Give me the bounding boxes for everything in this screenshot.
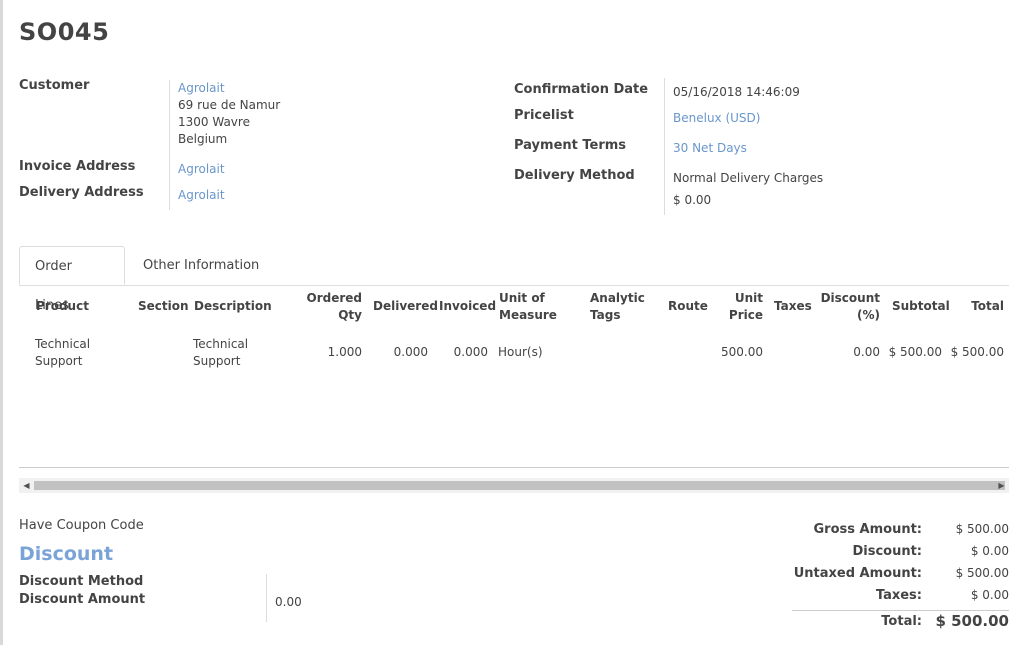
delivery-method-amount: $ 0.00 bbox=[673, 193, 712, 207]
table-row-ordered-qty[interactable]: 1.000 bbox=[300, 344, 362, 361]
table-row-delivered[interactable]: 0.000 bbox=[370, 344, 428, 361]
product-line1: Technical bbox=[35, 337, 91, 351]
tab-other-information[interactable]: Other Information bbox=[128, 246, 274, 285]
col-header-ordered-qty-line2: Qty bbox=[338, 308, 362, 322]
customer-city: 1300 Wavre bbox=[178, 115, 250, 129]
discount-amount-value: 0.00 bbox=[275, 595, 302, 609]
table-row-description[interactable]: Technical Support bbox=[193, 336, 248, 370]
table-row-discount[interactable]: 0.00 bbox=[820, 344, 880, 361]
customer-street: 69 rue de Namur bbox=[178, 98, 281, 112]
discount-total-label: Discount: bbox=[852, 544, 922, 559]
payment-terms-link[interactable]: 30 Net Days bbox=[673, 140, 747, 157]
field-divider bbox=[664, 78, 665, 215]
taxes-label: Taxes: bbox=[875, 588, 922, 603]
confirmation-date-label: Confirmation Date bbox=[514, 82, 649, 97]
col-header-discount-line1: Discount bbox=[820, 291, 880, 305]
col-header-analytic-line1: Analytic bbox=[590, 291, 645, 305]
delivery-method-value: Normal Delivery Charges bbox=[673, 171, 824, 185]
delivery-address-label: Delivery Address bbox=[19, 185, 144, 200]
col-header-uom-line1: Unit of bbox=[499, 291, 545, 305]
gross-amount-value: $ 500.00 bbox=[955, 522, 1009, 536]
col-header-route[interactable]: Route bbox=[668, 298, 708, 315]
scrollbar-thumb[interactable] bbox=[34, 481, 1005, 490]
untaxed-amount-value: $ 500.00 bbox=[955, 566, 1009, 580]
delivery-method-label: Delivery Method bbox=[514, 168, 635, 183]
description-line1: Technical bbox=[193, 337, 249, 351]
discount-amount-label: Discount Amount bbox=[19, 592, 146, 607]
untaxed-amount-label: Untaxed Amount: bbox=[793, 566, 922, 581]
invoice-address-label: Invoice Address bbox=[19, 159, 136, 174]
product-line2: Support bbox=[35, 354, 83, 368]
col-header-invoiced[interactable]: Invoiced bbox=[439, 298, 496, 315]
discount-method-label: Discount Method bbox=[19, 574, 144, 589]
col-header-ordered-qty-line1: Ordered bbox=[306, 291, 363, 305]
table-row-uom[interactable]: Hour(s) bbox=[498, 344, 543, 361]
tabs-divider bbox=[19, 285, 1009, 286]
tab-order-lines[interactable]: Order Lines bbox=[19, 246, 125, 313]
table-row-subtotal[interactable]: $ 500.00 bbox=[882, 344, 942, 361]
col-header-section[interactable]: Section bbox=[138, 298, 189, 315]
totals-divider bbox=[792, 610, 1009, 611]
taxes-value: $ 0.00 bbox=[970, 588, 1009, 602]
table-row-invoiced[interactable]: 0.000 bbox=[435, 344, 488, 361]
table-row-total[interactable]: $ 500.00 bbox=[944, 344, 1004, 361]
gross-amount-label: Gross Amount: bbox=[813, 522, 922, 537]
coupon-code-link[interactable]: Have Coupon Code bbox=[19, 518, 144, 533]
col-header-price-line1: Unit bbox=[734, 291, 763, 305]
col-header-ordered-qty[interactable]: Ordered Qty bbox=[300, 290, 363, 324]
customer-label: Customer bbox=[19, 78, 90, 93]
col-header-description[interactable]: Description bbox=[194, 298, 272, 315]
col-header-analytic-tags[interactable]: Analytic Tags bbox=[590, 290, 645, 324]
col-header-discount-line2: (%) bbox=[857, 308, 880, 322]
pricelist-link[interactable]: Benelux (USD) bbox=[673, 110, 760, 127]
total-value: $ 500.00 bbox=[935, 612, 1009, 630]
col-header-uom-line2: Measure bbox=[499, 308, 557, 322]
scroll-right-arrow-icon[interactable]: ▶ bbox=[994, 478, 1009, 493]
discount-heading: Discount bbox=[19, 543, 114, 565]
page-title: SO045 bbox=[19, 18, 110, 46]
col-header-unit-of-measure[interactable]: Unit of Measure bbox=[499, 290, 557, 324]
description-line2: Support bbox=[193, 354, 241, 368]
col-header-total[interactable]: Total bbox=[960, 298, 1004, 315]
left-border bbox=[0, 0, 3, 645]
field-divider bbox=[169, 80, 170, 210]
pricelist-label: Pricelist bbox=[514, 108, 574, 123]
discount-total-value: $ 0.00 bbox=[970, 544, 1009, 558]
col-header-subtotal[interactable]: Subtotal bbox=[892, 298, 950, 315]
horizontal-scrollbar[interactable]: ◀ ▶ bbox=[19, 478, 1009, 493]
total-label: Total: bbox=[881, 614, 922, 629]
confirmation-date-value: 05/16/2018 14:46:09 bbox=[673, 85, 800, 99]
col-header-unit-price[interactable]: Unit Price bbox=[715, 290, 763, 324]
scroll-left-arrow-icon[interactable]: ◀ bbox=[19, 478, 34, 493]
col-header-price-line2: Price bbox=[728, 308, 763, 322]
payment-terms-label: Payment Terms bbox=[514, 138, 627, 153]
field-divider bbox=[266, 574, 267, 622]
delivery-address-link[interactable]: Agrolait bbox=[178, 187, 225, 204]
table-bottom-divider bbox=[19, 467, 1009, 468]
table-row-unit-price[interactable]: 500.00 bbox=[700, 344, 763, 361]
col-header-taxes[interactable]: Taxes bbox=[774, 298, 812, 315]
col-header-analytic-line2: Tags bbox=[590, 308, 621, 322]
customer-country: Belgium bbox=[178, 132, 228, 146]
invoice-address-link[interactable]: Agrolait bbox=[178, 161, 225, 178]
customer-link[interactable]: Agrolait bbox=[178, 80, 225, 97]
col-header-delivered[interactable]: Delivered bbox=[373, 298, 438, 315]
table-row-product[interactable]: Technical Support bbox=[35, 336, 90, 370]
col-header-discount[interactable]: Discount (%) bbox=[815, 290, 880, 324]
